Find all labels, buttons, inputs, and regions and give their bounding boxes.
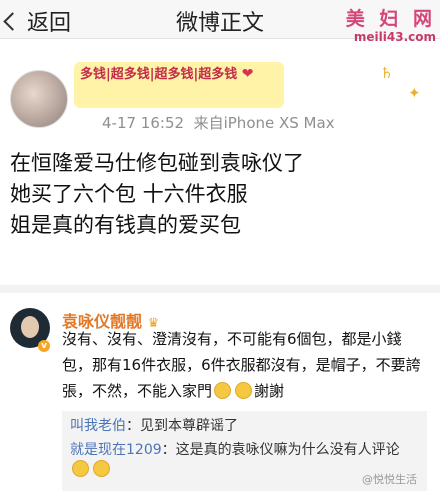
heart-icon: ❤ [241, 66, 254, 82]
comment-text: 沒有、沒有、澄清沒有，不可能有6個包，都是小錢包，那有16件衣服，6件衣服都沒有… [62, 326, 422, 404]
post-meta: 4-17 16:52 来自iPhone XS Max [102, 112, 335, 133]
sweat-smile-emoji-icon [214, 382, 232, 399]
source-watermark: @悦悦生活 [362, 473, 417, 486]
planet-sticker-icon: ♄ [380, 64, 394, 82]
poster-nickname[interactable]: 多钱|超多钱|超多钱|超多钱 ❤ [74, 62, 284, 108]
post-source: 来自iPhone XS Max [193, 114, 335, 132]
reply-text: ：这是真的袁咏仪嘛为什么没有人评论 [161, 442, 400, 458]
reply-author[interactable]: 叫我老伯 [70, 418, 126, 434]
section-divider [0, 285, 440, 293]
avatar[interactable] [10, 70, 68, 128]
post-body: 在恒隆爱马仕修包碰到袁咏仪了 她买了六个包 十六件衣服 姐是真的有钱真的爱买包 [10, 148, 430, 241]
avatar-face [21, 316, 39, 338]
watermark-url: meili43.com [353, 30, 436, 44]
post-header: 多钱|超多钱|超多钱|超多钱 ❤ 4-17 16:52 来自iPhone XS … [10, 62, 430, 154]
nickname-text: 多钱|超多钱|超多钱|超多钱 [80, 67, 238, 82]
sparkle-icon: ✦ [408, 84, 421, 102]
watermark: 美 妇 网 meili43.com [346, 4, 436, 44]
comment-text-thanks: 謝謝 [254, 382, 285, 400]
reply-text: ：见到本尊辟谣了 [126, 418, 238, 434]
post-line: 她买了六个包 十六件衣服 [10, 182, 248, 206]
laughing-emoji-icon [93, 460, 110, 477]
post-line: 姐是真的有钱真的爱买包 [10, 213, 241, 237]
watermark-text: 美 妇 网 [345, 8, 436, 30]
sweat-smile-emoji-icon [235, 382, 253, 399]
top-nav-bar: 返回 微博正文 美 妇 网 meili43.com [0, 0, 440, 44]
reply-list: 叫我老伯：见到本尊辟谣了 就是现在1209：这是真的袁咏仪嘛为什么没有人评论 @… [62, 411, 427, 491]
reply-item[interactable]: 叫我老伯：见到本尊辟谣了 [70, 417, 420, 436]
reply-author[interactable]: 就是现在1209 [70, 442, 162, 458]
post-line: 在恒隆爱马仕修包碰到袁咏仪了 [10, 151, 304, 175]
verified-badge-icon: v [38, 340, 50, 352]
laughing-emoji-icon [72, 460, 89, 477]
post-time: 4-17 16:52 [102, 114, 185, 132]
